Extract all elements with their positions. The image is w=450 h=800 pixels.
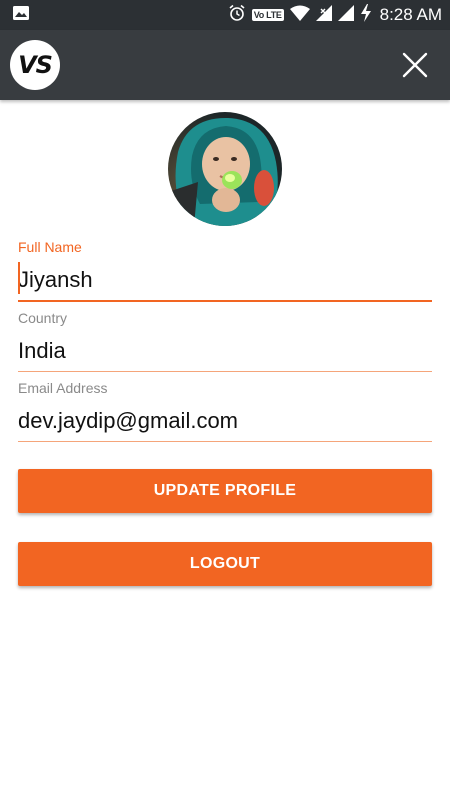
image-icon [12, 5, 30, 26]
close-button[interactable] [400, 50, 430, 80]
country-field: Country [18, 309, 432, 372]
country-input[interactable] [18, 333, 432, 369]
full-name-field: Full Name [18, 238, 432, 302]
text-cursor [18, 262, 20, 294]
status-time: 8:28 AM [379, 5, 442, 24]
charging-icon [360, 3, 372, 27]
email-input[interactable] [18, 403, 432, 439]
app-logo: VS [10, 40, 60, 90]
email-underline [18, 441, 432, 442]
full-name-label: Full Name [18, 239, 82, 255]
avatar[interactable] [168, 112, 282, 226]
email-label: Email Address [18, 380, 108, 396]
email-field: Email Address [18, 379, 432, 442]
update-profile-button[interactable]: UPDATE PROFILE [18, 469, 432, 513]
signal-icon [337, 4, 354, 26]
close-icon [402, 52, 428, 78]
volte-icon: Vo LTE [251, 9, 284, 21]
country-label: Country [18, 310, 68, 326]
full-name-underline [18, 300, 432, 302]
country-underline [18, 371, 432, 372]
signal-icon [315, 4, 332, 26]
logout-button[interactable]: LOGOUT [18, 542, 432, 586]
app-bar: VS [0, 30, 450, 100]
status-bar: Vo LTE 8:28 AM [0, 0, 450, 30]
alarm-icon [228, 4, 246, 27]
wifi-icon [289, 5, 310, 26]
full-name-input[interactable] [18, 262, 432, 298]
